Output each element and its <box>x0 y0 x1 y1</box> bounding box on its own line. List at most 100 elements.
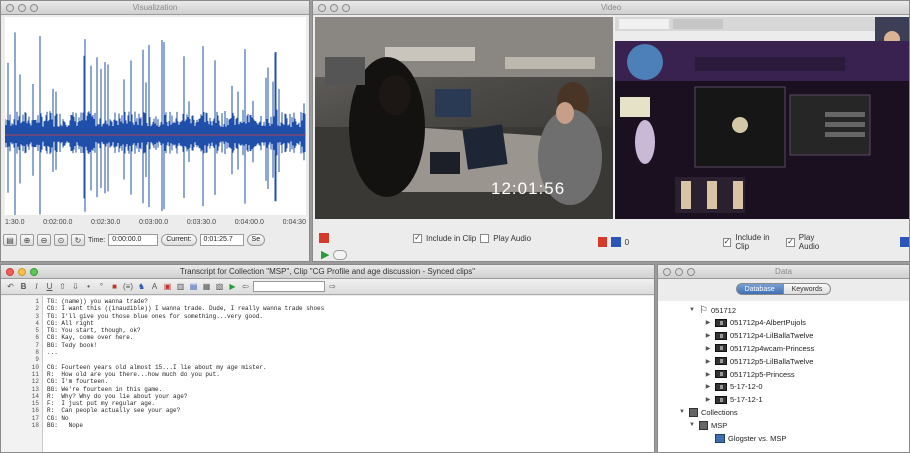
back-icon[interactable]: ⇦ <box>240 281 251 292</box>
tree-item[interactable]: ▶ 051712p5-Princess <box>704 368 795 380</box>
transcript-line[interactable]: TG: I'll give you those blue ones for so… <box>47 313 654 320</box>
include-in-clip-checkbox[interactable]: ✓ <box>413 233 422 243</box>
transcript-title-bar[interactable]: Transcript for Collection "MSP", Clip "C… <box>1 265 654 279</box>
disclosure-open-icon[interactable]: ▼ <box>678 409 686 415</box>
play-audio-checkbox[interactable] <box>480 233 490 243</box>
clip-color-swatch[interactable] <box>319 233 329 243</box>
dot-icon[interactable]: • <box>83 281 94 292</box>
save-icon[interactable]: ▤ <box>188 281 199 292</box>
transcript-line[interactable]: R: How old are you there...how much do y… <box>47 371 654 378</box>
transcript-line[interactable]: TG: You start, though, ok? <box>47 327 654 334</box>
tree-item-label: 051712 <box>710 305 736 315</box>
tab-database[interactable]: Database <box>735 283 784 295</box>
tree-item[interactable]: ▶ 051712p4-LilBallaTwelve <box>704 330 814 342</box>
time-field[interactable]: 0:00:00.0 <box>108 234 159 246</box>
snapshot-icon[interactable]: ▣ <box>162 281 173 292</box>
play-audio-checkbox[interactable]: ✓ <box>786 237 795 247</box>
tree-item[interactable]: ▶ 051712p5-LilBallaTwelve <box>704 355 814 367</box>
transcript-line[interactable]: CG: I want this ((inaudible)) I wanna tr… <box>47 305 654 312</box>
transcript-line[interactable]: R: Can people actually see your age? <box>47 407 654 414</box>
window-controls[interactable] <box>6 268 38 276</box>
degree-icon[interactable]: ° <box>96 281 107 292</box>
transcript-line[interactable]: CG: All right <box>47 320 654 327</box>
tree-item[interactable]: ▼ Collections <box>678 406 738 418</box>
disclosure-closed-icon[interactable]: ▶ <box>704 371 712 378</box>
transcript-line[interactable]: ... <box>47 349 654 356</box>
transcript-line[interactable]: BG: Tedy book! <box>47 342 654 349</box>
bold-icon[interactable]: B <box>18 281 29 292</box>
rising-intonation-icon[interactable]: ⇧ <box>57 281 68 292</box>
transcript-line[interactable]: BG: We're fourteen in this game. <box>47 386 654 393</box>
show-icon[interactable]: ▧ <box>214 281 225 292</box>
refresh-icon[interactable]: ↻ <box>71 234 85 246</box>
transcript-line[interactable] <box>47 356 654 363</box>
search-input[interactable] <box>253 281 325 292</box>
tree-item[interactable]: ▶ 5-17-12-0 <box>704 381 763 393</box>
timecode-icon[interactable]: (≡) <box>122 281 134 292</box>
disclosure-open-icon[interactable]: ▼ <box>688 307 696 313</box>
clip-color-swatch[interactable] <box>611 237 621 247</box>
disclosure-closed-icon[interactable]: ▶ <box>704 358 712 365</box>
disclosure-open-icon[interactable]: ▼ <box>688 422 696 428</box>
zoom-fit-icon[interactable]: ⊙ <box>54 234 68 246</box>
transcript-line[interactable]: R: Why? Why do you lie about your age? <box>47 393 654 400</box>
visualization-title-bar[interactable]: Visualization <box>1 1 309 15</box>
transcript-line[interactable]: CG: Fourteen years old almost 15...I lie… <box>47 364 654 371</box>
tree-item[interactable]: Glogster vs. MSP <box>704 432 786 444</box>
current-button[interactable]: Current: <box>161 234 197 246</box>
transcript-line[interactable]: CG: No <box>47 415 654 422</box>
transcript-line[interactable]: CG: Kay, come over here. <box>47 334 654 341</box>
transcript-text[interactable]: TG: (name)) you wanna trade? CG: I want t… <box>43 296 654 452</box>
undo-icon[interactable]: ↶ <box>5 281 16 292</box>
speaker-icon[interactable]: ♞ <box>136 281 147 292</box>
transcript-line[interactable]: BG: Nope <box>47 422 654 429</box>
window-controls[interactable] <box>663 268 695 276</box>
play-icon[interactable]: ▶ <box>321 248 329 261</box>
window-controls[interactable] <box>318 4 350 12</box>
tree-item[interactable]: ▼ MSP <box>688 419 727 431</box>
transcript-body[interactable]: 1 2 3 4 5 6 7 8 9 10 11 12 13 14 15 16 17 18 TG: (name)) … <box>1 296 654 452</box>
include-in-clip-checkbox[interactable]: ✓ <box>722 237 732 247</box>
zoom-in-icon[interactable]: ⊕ <box>20 234 34 246</box>
current-time-field[interactable]: 0:01:25.7 <box>199 234 244 246</box>
font-icon[interactable]: A <box>149 281 160 292</box>
data-title-bar[interactable]: Data <box>658 265 909 279</box>
transcript-line[interactable]: CG: I'm fourteen. <box>47 378 654 385</box>
clip-icon[interactable]: ▥ <box>175 281 186 292</box>
clip-color-swatch[interactable] <box>899 237 909 247</box>
falling-intonation-icon[interactable]: ⇩ <box>70 281 81 292</box>
tree-item[interactable]: ▼ ⚐ 051712 <box>688 304 736 316</box>
underline-icon[interactable]: U <box>44 281 55 292</box>
disclosure-closed-icon[interactable]: ▶ <box>704 383 712 390</box>
transcript-line[interactable]: F: I just put my regular age. <box>47 400 654 407</box>
tree-item[interactable]: ▶ 051712p4wcam-Princess <box>704 342 815 354</box>
line-number: 6 <box>35 334 39 342</box>
data-tree: ▼ ⚐ 051712 ▶ 051712p4-AlbertPujols ▶ 051712p4-… <box>658 301 909 452</box>
zoom-out-icon[interactable]: ⊖ <box>37 234 51 246</box>
disclosure-closed-icon[interactable]: ▶ <box>704 319 712 326</box>
color-icon[interactable]: ■ <box>109 281 120 292</box>
waveform-toggle-icon[interactable]: ▤ <box>3 234 17 246</box>
tree-item-label: 051712p5-LilBallaTwelve <box>730 356 814 366</box>
transcript-line[interactable]: TG: (name)) you wanna trade? <box>47 298 654 305</box>
window-controls[interactable] <box>6 4 38 12</box>
waveform[interactable] <box>5 17 306 215</box>
tree-item[interactable]: ▶ 5-17-12-1 <box>704 394 763 406</box>
screen-capture-video-frame[interactable] <box>615 17 909 219</box>
classroom-video-frame[interactable]: 12:01:56 <box>315 17 613 219</box>
video-title-bar[interactable]: Video <box>313 1 909 15</box>
tab-keywords[interactable]: Keywords <box>783 283 832 295</box>
line-number: 12 <box>31 378 39 386</box>
disclosure-closed-icon[interactable]: ▶ <box>704 345 712 352</box>
tree-item[interactable]: ▶ 051712p4-AlbertPujols <box>704 317 806 329</box>
selection-button[interactable]: Se <box>246 234 266 246</box>
disclosure-closed-icon[interactable]: ▶ <box>704 332 712 339</box>
search-forward-icon[interactable]: ⇨ <box>327 281 338 292</box>
clip-color-swatch[interactable] <box>598 237 608 247</box>
play-icon[interactable]: ▶ <box>227 281 238 292</box>
video-timecode: 12:01:56 <box>491 179 566 198</box>
playhead-slider[interactable] <box>333 249 348 260</box>
italic-icon[interactable]: I <box>31 281 42 292</box>
disclosure-closed-icon[interactable]: ▶ <box>704 396 712 403</box>
properties-icon[interactable]: ▦ <box>201 281 212 292</box>
